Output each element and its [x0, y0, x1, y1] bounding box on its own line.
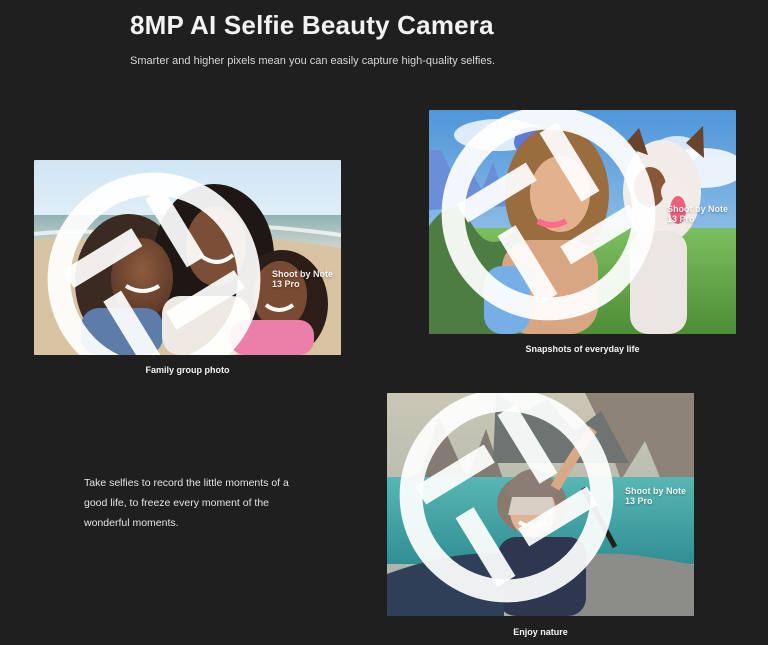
dog-caption: Snapshots of everyday life	[525, 344, 640, 354]
page-title: 8MP AI Selfie Beauty Camera	[130, 10, 494, 40]
family-watermark: Shoot by Note 13 Pro	[40, 165, 341, 355]
nature-watermark: Shoot by Note 13 Pro	[392, 393, 694, 610]
body-copy: Take selfies to record the little moment…	[84, 477, 289, 529]
dog-watermark-text: Shoot by Note 13 Pro	[666, 203, 728, 224]
camera-aperture-icon	[399, 393, 614, 603]
dog-watermark: Shoot by Note 13 Pro	[434, 110, 736, 328]
dog-photo: Shoot by Note 13 Pro	[429, 110, 736, 334]
page-subtitle: Smarter and higher pixels mean you can e…	[130, 55, 496, 67]
family-watermark-text: Shoot by Note 13 Pro	[272, 269, 334, 290]
nature-caption: Enjoy nature	[513, 627, 568, 637]
camera-aperture-icon	[47, 172, 261, 355]
camera-aperture-icon	[441, 110, 656, 321]
nature-photo: Shoot by Note 13 Pro	[387, 393, 694, 616]
family-photo: Shoot by Note 13 Pro	[34, 160, 341, 355]
nature-watermark-text: Shoot by Note 13 Pro	[624, 485, 686, 506]
family-caption: Family group photo	[145, 365, 230, 375]
